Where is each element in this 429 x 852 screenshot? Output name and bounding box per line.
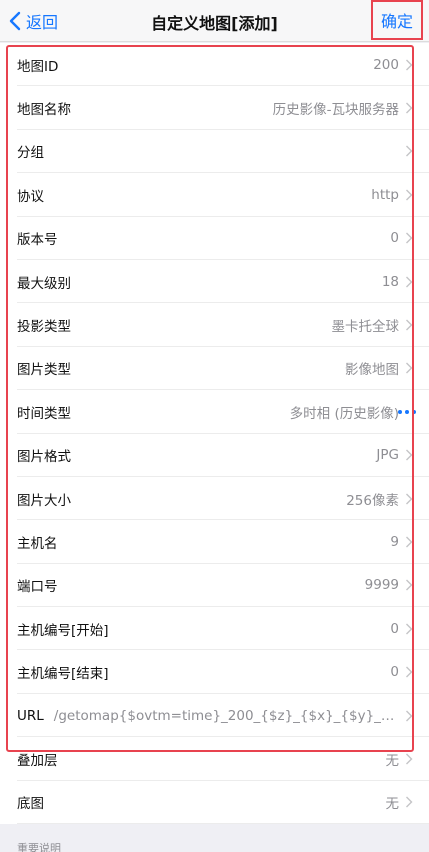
row-projection[interactable]: 投影类型 墨卡托全球 <box>0 303 429 348</box>
row-label: 最大级别 <box>17 275 71 292</box>
row-max-level[interactable]: 最大级别 18 <box>0 260 429 304</box>
row-value: 200 <box>373 56 399 73</box>
chevron-right-icon <box>406 796 413 808</box>
chevron-right-icon <box>406 189 413 201</box>
chevron-right-icon <box>406 579 413 591</box>
row-label: 时间类型 <box>17 405 71 422</box>
row-value: 影像地图 <box>345 362 399 379</box>
row-value: 9 <box>390 533 399 550</box>
row-label: 图片大小 <box>17 492 71 509</box>
row-time-type[interactable]: 时间类型 多时相 (历史影像) <box>0 390 429 434</box>
chevron-right-icon <box>406 536 413 548</box>
settings-list: 地图ID 200 地图名称 历史影像-瓦块服务器 分组 协议 http 版本号 … <box>0 43 429 825</box>
row-label: 协议 <box>17 188 44 205</box>
row-host-name[interactable]: 主机名 9 <box>0 520 429 565</box>
row-overlay[interactable]: 叠加层 无 <box>0 737 429 782</box>
row-value: 18 <box>381 273 399 290</box>
row-map-id[interactable]: 地图ID 200 <box>0 43 429 87</box>
row-base-map[interactable]: 底图 无 <box>0 781 429 825</box>
row-protocol[interactable]: 协议 http <box>0 173 429 217</box>
chevron-right-icon <box>406 449 413 461</box>
chevron-right-icon <box>406 145 413 157</box>
row-value: 多时相 (历史影像) <box>289 405 399 422</box>
row-label: 图片格式 <box>17 449 71 466</box>
nav-bar: 返回 自定义地图[添加] 确定 <box>0 0 429 42</box>
row-value: 256像素 <box>346 492 399 509</box>
row-value: 0 <box>390 230 399 247</box>
chevron-right-icon <box>406 232 413 244</box>
confirm-button[interactable]: 确定 <box>371 0 423 40</box>
row-value: /getomap{$ovtm=time}_200_{$z}_{$x}_{$y}_… <box>53 707 399 724</box>
chevron-right-icon <box>406 276 413 288</box>
chevron-right-icon <box>406 102 413 114</box>
row-host-start[interactable]: 主机编号[开始] 0 <box>0 607 429 651</box>
row-value: 0 <box>390 664 399 681</box>
row-value: 历史影像-瓦块服务器 <box>272 102 399 119</box>
chevron-right-icon <box>406 362 413 374</box>
row-label: 叠加层 <box>17 752 58 769</box>
row-value: 墨卡托全球 <box>331 319 400 336</box>
row-value: JPG <box>376 447 399 464</box>
chevron-right-icon <box>406 623 413 635</box>
row-group[interactable]: 分组 <box>0 130 429 174</box>
row-label: 分组 <box>17 145 44 162</box>
chevron-right-icon <box>406 666 413 678</box>
row-label: 主机编号[开始] <box>17 622 109 639</box>
chevron-right-icon <box>406 710 413 722</box>
row-label: 地图名称 <box>17 102 71 119</box>
row-value: 0 <box>390 620 399 637</box>
row-label: 版本号 <box>17 232 58 249</box>
row-label: 图片类型 <box>17 362 71 379</box>
row-value: 无 <box>385 752 400 769</box>
row-port[interactable]: 端口号 9999 <box>0 564 429 608</box>
row-version[interactable]: 版本号 0 <box>0 217 429 261</box>
row-label: 投影类型 <box>17 319 71 336</box>
page-title: 自定义地图[添加] <box>151 14 278 33</box>
row-label: 主机编号[结束] <box>17 666 109 683</box>
chevron-right-icon <box>406 319 413 331</box>
more-icon[interactable] <box>397 409 417 415</box>
chevron-right-icon <box>406 753 413 765</box>
row-label: 端口号 <box>17 579 58 596</box>
row-label: 地图ID <box>17 58 59 75</box>
row-image-size[interactable]: 图片大小 256像素 <box>0 477 429 521</box>
section-header: 重要说明 <box>17 842 61 852</box>
row-url[interactable]: URL /getomap{$ovtm=time}_200_{$z}_{$x}_{… <box>0 694 429 738</box>
row-value: http <box>371 186 399 203</box>
row-host-end[interactable]: 主机编号[结束] 0 <box>0 650 429 695</box>
chevron-right-icon <box>406 59 413 71</box>
chevron-right-icon <box>406 493 413 505</box>
row-label: URL <box>17 707 44 724</box>
row-image-type[interactable]: 图片类型 影像地图 <box>0 347 429 391</box>
row-map-name[interactable]: 地图名称 历史影像-瓦块服务器 <box>0 86 429 131</box>
row-image-format[interactable]: 图片格式 JPG <box>0 434 429 478</box>
row-label: 主机名 <box>17 535 58 552</box>
row-label: 底图 <box>17 796 44 813</box>
row-value: 9999 <box>364 577 399 594</box>
row-value: 无 <box>385 796 400 813</box>
